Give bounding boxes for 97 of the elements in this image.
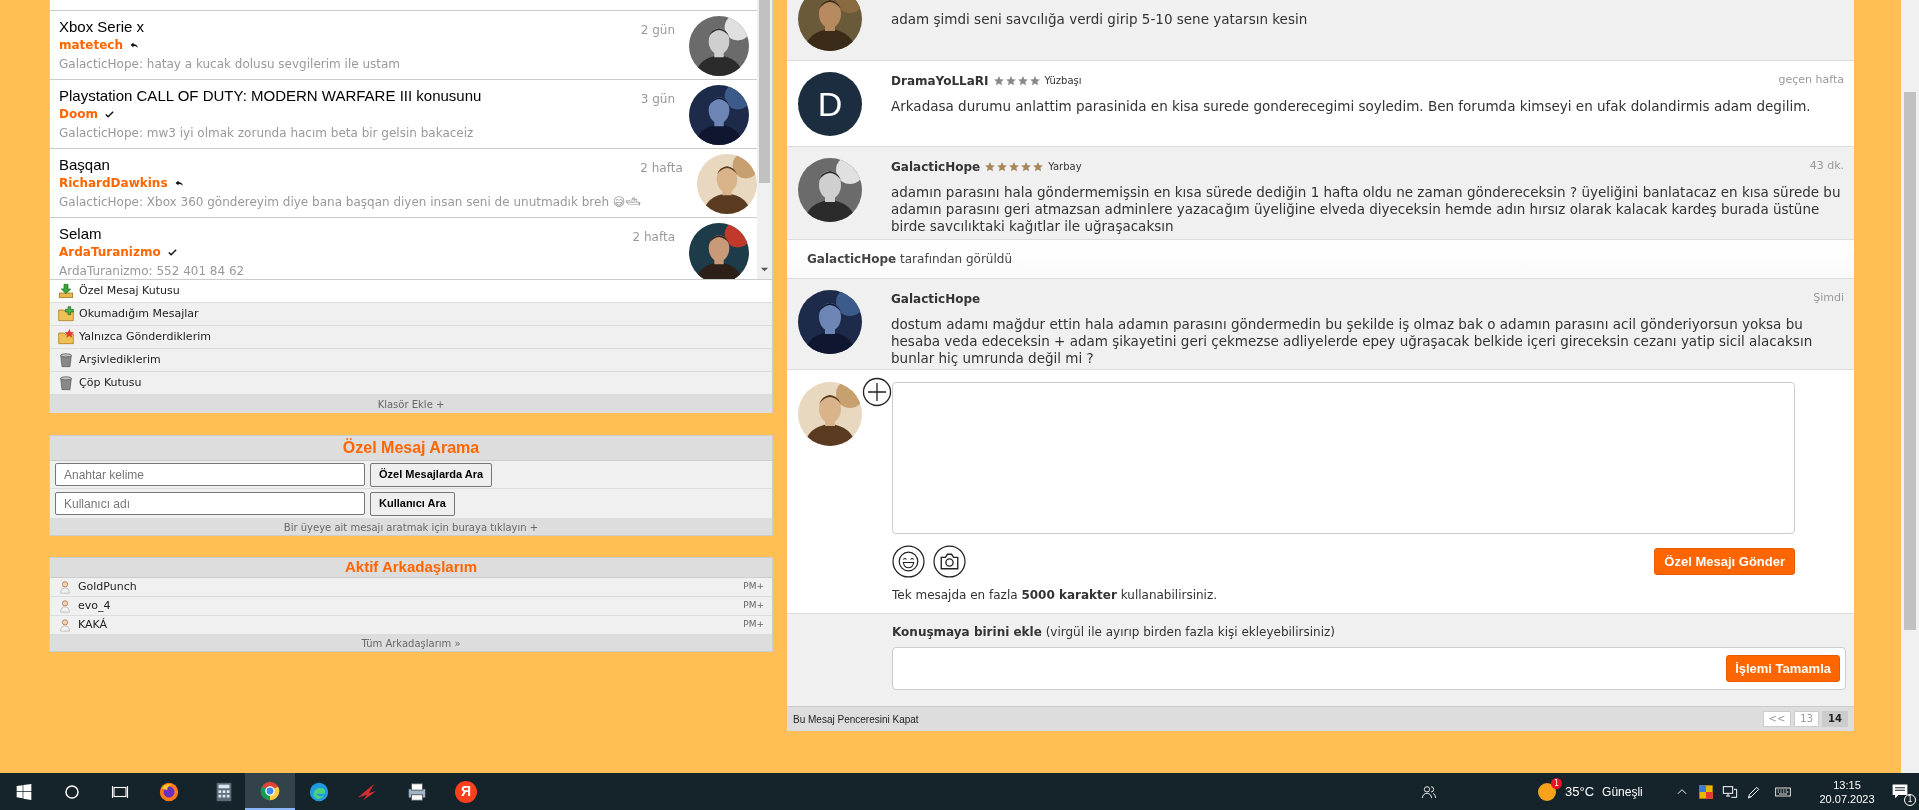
temperature-label: 35°C [1565, 782, 1595, 801]
search-button[interactable]: Özel Mesajlarda Ara [370, 462, 493, 487]
notification-badge: 1 [1904, 793, 1916, 806]
rank-label: Yüzbaşı [1044, 74, 1082, 88]
member-search-link[interactable]: Bir üyeye ait mesajı aratmak için buraya tıklayın + [50, 519, 772, 535]
author-name: DramaYoLLaRI [891, 72, 989, 90]
network-icon[interactable] [1722, 783, 1738, 800]
seen-status: GalacticHope tarafından görüldü [807, 251, 1013, 268]
friend-name: GoldPunch [78, 578, 137, 595]
message-preview: GalacticHope: mw3 iyi olmak zorunda hacım beta bir gelsin bakaceiz [59, 126, 475, 141]
weather-label: Güneşli [1602, 783, 1643, 801]
friend-name: KAKÁ [78, 616, 108, 633]
time-label: 2 hafta [640, 160, 684, 177]
message-text: Arkadasa durumu anlattim parasinida en kisa surede gonderecegimi soyledim. Ben forumda kimseyi en ufak dolandirmis adam degilim. [891, 98, 1812, 115]
username: ArdaTuranizmo [59, 245, 161, 260]
person-icon [58, 618, 72, 632]
page-button[interactable]: 14 [1822, 711, 1848, 727]
folder-item[interactable]: Özel Mesaj Kutusu [50, 280, 772, 303]
message-preview: GalacticHope: hatay a kucak dolusu sevgilerim ile ustam [59, 57, 401, 72]
printer-icon[interactable] [406, 780, 428, 803]
username-field[interactable]: Kullanıcı adı [55, 492, 365, 515]
scrollbar-thumb[interactable] [1904, 92, 1916, 630]
person-icon [58, 599, 72, 613]
page-scrollbar[interactable] [1901, 0, 1919, 773]
add-folder-link[interactable]: Klasör Ekle + [50, 395, 772, 413]
clock-date: 20.07.2023 [1819, 791, 1875, 806]
friend-row[interactable]: GoldPunch PM+ [50, 578, 772, 597]
folder-label: Arşivlediklerim [79, 351, 161, 368]
pm-link[interactable]: PM+ [743, 599, 764, 613]
time-label: 2 hafta [632, 229, 676, 246]
time-label: 3 gün [640, 91, 676, 108]
tray-app-icon[interactable] [1698, 783, 1714, 800]
browser-icon[interactable] [158, 780, 180, 803]
person-icon [58, 580, 72, 594]
time-label: geçen hafta [1778, 72, 1844, 89]
message-text: adamın parasını hala göndermemişsin en kısa sürede dediğin 1 hafta oldu ne zaman göndereceksin ? üyeliğini banlatacaz en kısa sürede bu adamın parasını geri atmazsan adminlere yazacağım üyeliğine elveda diyeceksin hemde adın hırsız olarak kalacak kardeş burada üstüne birde savcılıktaki kağıtlar ile uğraşacaksın [891, 184, 1842, 235]
conversation-title: Playstation CALL OF DUTY: MODERN WARFARE III konusunu [59, 87, 483, 104]
panel-title: Özel Mesaj Arama [50, 436, 772, 461]
time-label: Şimdi [1813, 290, 1844, 307]
add-person-label: Konuşmaya birini ekle (virgül ile ayırıp birden fazla kişi ekleyebilirsiniz) [892, 624, 1336, 641]
sun-icon[interactable] [1536, 780, 1558, 803]
app-icon[interactable]: Я [455, 780, 477, 803]
username: Doom [59, 107, 98, 122]
folder-item[interactable]: Okumadığım Mesajlar [50, 303, 772, 326]
friend-row[interactable]: evo_4 PM+ [50, 597, 772, 616]
camera-icon[interactable] [933, 545, 966, 578]
folder-label: Yalnızca Gönderdiklerim [79, 328, 211, 345]
check-icon [103, 109, 115, 120]
browser-icon[interactable] [308, 780, 330, 803]
time-label: 43 dk. [1809, 158, 1844, 175]
emoji-icon[interactable] [892, 545, 925, 578]
folder-label: Çöp Kutusu [79, 374, 142, 391]
windows-start-icon[interactable] [16, 783, 32, 800]
close-window-link[interactable]: Bu Mesaj Penceresini Kapat [793, 711, 919, 727]
search-button[interactable]: Kullanıcı Ara [370, 491, 455, 516]
people-icon[interactable] [1421, 783, 1437, 800]
bin-icon [58, 375, 74, 391]
notification-badge: 1 [1551, 777, 1562, 789]
clock-time: 13:15 [1833, 777, 1861, 792]
pm-link[interactable]: PM+ [743, 580, 764, 594]
folder-plus-icon [58, 306, 74, 322]
all-friends-link[interactable]: Tüm Arkadaşlarım » [50, 635, 772, 651]
check-icon [166, 247, 178, 258]
conversation-title: Başqan [59, 156, 111, 173]
message-preview: GalacticHope: Xbox 360 göndereyim diye bana başqan diyen insan seni de unutmadık breh 😅🛥 [59, 195, 641, 210]
notification-icon[interactable] [1891, 781, 1909, 800]
pm-link[interactable]: PM+ [743, 618, 764, 632]
username: matetech [59, 38, 123, 53]
message-preview: ArdaTuranizmo: 552 401 84 62 [59, 264, 246, 279]
character-limit-note: Tek mesajda en fazla 5000 karakter kullanabilirsiniz. [892, 587, 1219, 604]
username: RichardDawkins [59, 176, 168, 191]
time-label: 2 gün [640, 22, 676, 39]
scrollbar-thumb[interactable] [759, 0, 770, 183]
bin-icon [58, 352, 74, 368]
folder-label: Özel Mesaj Kutusu [79, 282, 180, 299]
panel-title: Aktif Arkadaşlarım [50, 558, 772, 578]
folder-item[interactable]: Çöp Kutusu [50, 372, 772, 395]
add-icon[interactable] [862, 377, 892, 407]
message-field[interactable] [892, 382, 1795, 534]
conversation-title: Selam [59, 225, 103, 242]
friend-name: evo_4 [78, 597, 111, 614]
message-text: dostum adamı mağdur ettin hala adamın parasını göndermedin bu şekilde iş olmaz bak o adamın parasını acil gönderiyorsun yoksa bu hesaba veda edeceksin + adam şikayetini geri çekmezse adliyelerde epey uğraşacak belkide içeri gireceksin cezanı yatip sicil alacaksın bunlar hiç umrunda değil mi ? [891, 316, 1814, 367]
folder-label: Okumadığım Mesajlar [79, 305, 199, 322]
inbox-download-icon [58, 283, 74, 299]
browser-icon[interactable] [259, 779, 281, 802]
conversation-title: Xbox Serie x [59, 18, 146, 35]
list-scrollbar[interactable] [757, 0, 772, 279]
search-icon[interactable] [63, 782, 81, 801]
author-name: GalacticHope [891, 158, 981, 176]
rank-label: Yarbay [1048, 160, 1082, 174]
folder-item[interactable]: Yalnızca Gönderdiklerim [50, 326, 772, 349]
keyword-field[interactable]: Anahtar kelime [55, 463, 365, 486]
avatar: D [798, 72, 862, 136]
folder-star-icon [58, 329, 74, 345]
author-name: GalacticHope [891, 290, 981, 308]
folder-item[interactable]: Arşivlediklerim [50, 349, 772, 372]
message-text: adam şimdi seni savcılığa verdi girip 5-10 sene yatarsın kesin [891, 11, 1309, 28]
